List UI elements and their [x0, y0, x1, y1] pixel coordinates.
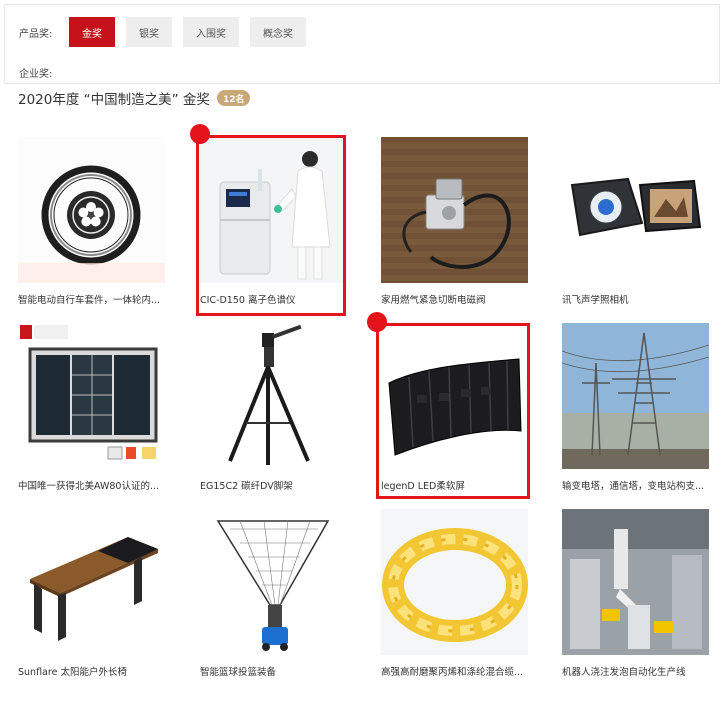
product-card[interactable]: 家用燃气紧急切断电磁阀: [381, 137, 531, 306]
power-tower-icon[interactable]: [562, 323, 709, 469]
robot-line-icon[interactable]: [562, 509, 709, 655]
product-card-highlighted[interactable]: CIC-D150 离子色谱仪: [200, 137, 350, 306]
product-card[interactable]: 智能篮球投篮装备: [200, 509, 350, 678]
product-name[interactable]: Sunflare 太阳能户外长椅: [18, 664, 168, 678]
product-name[interactable]: legenD LED柔软屏: [381, 478, 531, 492]
product-card[interactable]: 讯飞声学照相机: [562, 137, 712, 306]
product-name[interactable]: 中国唯一获得北美AW80认证的...: [18, 478, 168, 492]
filter-panel: 产品奖: 金奖 银奖 入围奖 概念奖 企业奖:: [4, 4, 720, 84]
product-card[interactable]: 输变电塔，通信塔，变电站构支...: [562, 323, 712, 492]
product-card[interactable]: EG15C2 碳纤DV脚架: [200, 323, 350, 492]
product-card[interactable]: 高强高耐磨聚丙烯和涤纶混合缆...: [381, 509, 531, 678]
product-name[interactable]: CIC-D150 离子色谱仪: [200, 292, 350, 306]
product-name[interactable]: 家用燃气紧急切断电磁阀: [381, 292, 531, 306]
product-name[interactable]: 智能篮球投篮装备: [200, 664, 350, 678]
marker-dot: [367, 312, 387, 332]
product-name[interactable]: EG15C2 碳纤DV脚架: [200, 478, 350, 492]
filter-concept-button[interactable]: 概念奖: [250, 17, 306, 47]
product-name[interactable]: 输变电塔，通信塔，变电站构支...: [562, 478, 712, 492]
filter-silver-button[interactable]: 银奖: [126, 17, 172, 47]
gas-valve-icon[interactable]: [381, 137, 528, 283]
tripod-icon[interactable]: [200, 323, 347, 469]
product-card[interactable]: 中国唯一获得北美AW80认证的...: [18, 323, 168, 492]
marker-dot: [190, 124, 210, 144]
product-card-highlighted[interactable]: legenD LED柔软屏: [381, 323, 531, 492]
page-title: 2020年度 “中国制造之美” 金奖: [18, 92, 210, 108]
window-icon[interactable]: [18, 323, 165, 469]
led-panel-icon[interactable]: [381, 323, 528, 469]
solar-bench-icon[interactable]: [18, 509, 165, 655]
ebike-wheel-icon[interactable]: [18, 137, 165, 283]
product-card[interactable]: 机器人浇注发泡自动化生产线: [562, 509, 712, 678]
product-name[interactable]: 高强高耐磨聚丙烯和涤纶混合缆...: [381, 664, 531, 678]
product-award-label: 产品奖:: [19, 28, 53, 40]
product-card[interactable]: Sunflare 太阳能户外长椅: [18, 509, 168, 678]
product-award-filter: 产品奖: 金奖 银奖 入围奖 概念奖: [19, 17, 317, 47]
section-heading: 2020年度 “中国制造之美” 金奖 12名: [18, 88, 251, 108]
product-name[interactable]: 机器人浇注发泡自动化生产线: [562, 664, 712, 678]
product-card[interactable]: 智能电动自行车套件，一体轮内...: [18, 137, 168, 306]
ion-chromatograph-icon[interactable]: [200, 137, 347, 283]
count-badge: 12名: [216, 90, 251, 106]
filter-gold-button[interactable]: 金奖: [69, 17, 115, 47]
basketball-machine-icon[interactable]: [200, 509, 347, 655]
rope-icon[interactable]: [381, 509, 528, 655]
product-name[interactable]: 智能电动自行车套件，一体轮内...: [18, 292, 168, 306]
product-name[interactable]: 讯飞声学照相机: [562, 292, 712, 306]
filter-finalist-button[interactable]: 入围奖: [183, 17, 239, 47]
acoustic-camera-icon[interactable]: [562, 137, 709, 283]
company-award-label: 企业奖:: [19, 69, 53, 80]
